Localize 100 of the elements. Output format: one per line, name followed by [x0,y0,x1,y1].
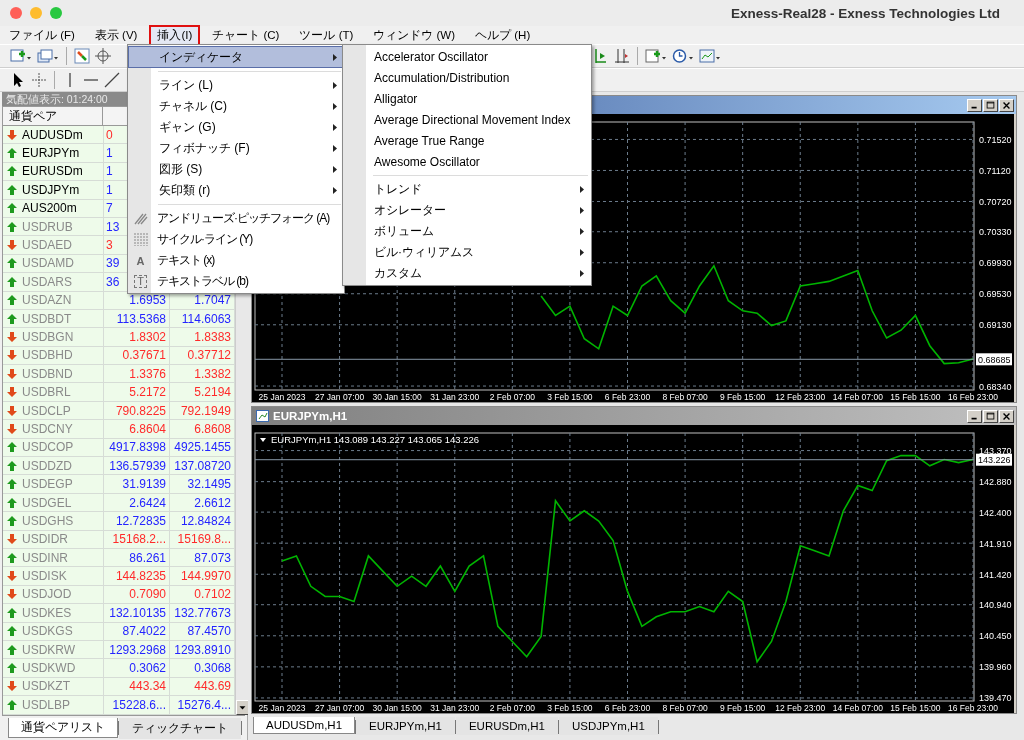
up-arrow-icon [7,699,17,710]
up-arrow-icon [7,166,17,177]
menu-item[interactable]: Accelerator Oscillator [343,46,591,67]
close-icon[interactable] [999,98,1014,112]
menu-item[interactable]: チャート (C) [204,24,288,46]
bid-cell: 0.7090 [104,585,170,604]
parallel-lines-icon [133,212,148,225]
axis-label: 6 Feb 23:00 [604,392,651,402]
menu-item[interactable]: ウィンドウ (W) [365,24,464,46]
down-arrow-icon [7,571,17,582]
menu-item[interactable]: カスタム [343,263,591,284]
dropdown-triangle-icon[interactable] [260,438,266,442]
axis-label: 12 Feb 23:00 [775,392,826,402]
minimize-icon[interactable] [967,409,982,423]
down-arrow-icon [7,368,17,379]
chart-tab[interactable]: USDJPYm,H1 [558,717,658,735]
bid-cell: 0.37671 [104,346,170,365]
menu-item[interactable]: ファイル (F) [1,24,83,46]
tab[interactable]: ティックチャート [119,717,241,739]
crosshair-icon[interactable] [31,72,47,88]
axis-label: 14 Feb 07:00 [832,703,883,713]
bid-cell: 113.5368 [104,309,170,328]
bid-cell: 1.8302 [104,328,170,346]
trendline-icon[interactable] [104,72,120,88]
bid-cell: 1.3376 [104,365,170,383]
minimize-icon[interactable] [967,98,982,112]
axis-label: 0.69930 [979,258,1012,269]
up-arrow-icon [7,626,17,637]
bid-cell: 87.4022 [104,622,170,640]
menu-item[interactable]: ビル·ウィリアムス [343,242,591,263]
grid-icon[interactable] [614,48,630,64]
up-arrow-icon [7,442,17,453]
bid-cell: 31.9139 [104,475,170,493]
chart-tab[interactable]: EURJPYm,H1 [356,717,455,735]
template-icon[interactable] [699,48,723,64]
close-button[interactable] [10,7,22,19]
menu-item[interactable]: ボリューム [343,221,591,242]
symbol-name: AUDUSDm [22,127,83,142]
axis-label: 2 Feb 07:00 [489,392,535,402]
symbol-name: USDIDR [22,532,68,547]
axis-label: 141.910 [979,538,1012,549]
menu-item[interactable]: インディケータ [128,46,344,68]
profiles-icon[interactable] [37,48,59,64]
maximize-icon[interactable] [983,409,998,423]
menu-item[interactable]: ヘルプ (H) [467,24,539,46]
menu-item[interactable]: 表示 (V) [86,24,146,46]
up-arrow-icon [7,479,17,490]
chart-title: EURJPYm,H1 [273,410,348,422]
axis-label: 0.70330 [979,227,1012,238]
up-arrow-icon [7,148,17,159]
axis-label: 142.880 [979,477,1012,488]
add-indicator-icon[interactable] [645,48,667,64]
symbol-name: USDGEL [22,495,72,510]
tab[interactable]: 通貨ペアリスト [8,717,118,738]
axis-label: 0.69130 [979,320,1012,331]
symbol-name: USDCOP [22,440,74,455]
axis-label: 14 Feb 07:00 [832,392,883,402]
axis-label: 31 Jan 23:00 [430,392,480,402]
close-icon[interactable] [999,409,1014,423]
up-arrow-icon [7,460,17,471]
bid-cell: 5.2172 [104,383,170,401]
menu-item[interactable]: Alligator [343,88,591,109]
menu-item[interactable]: Average True Range [343,130,591,151]
symbol-name: USDJOD [22,587,72,602]
up-arrow-icon [7,663,17,673]
down-arrow-icon [7,423,17,434]
down-arrow-icon [7,387,17,398]
menu-item[interactable]: Awesome Oscillator [343,151,591,172]
axis-label: 8 Feb 07:00 [662,392,708,402]
axis-label: 16 Feb 23:00 [947,392,999,402]
crosshair-icon[interactable] [95,48,111,64]
symbol-name: USDAED [22,238,72,253]
up-arrow-icon [7,607,17,618]
axis-label: 0.69530 [979,289,1012,300]
bid-cell: 15228.6... [104,696,170,714]
bid-cell: 12.72835 [104,512,170,530]
menu-item[interactable]: Average Directional Movement Index [343,109,591,130]
maximize-icon[interactable] [983,98,998,112]
up-arrow-icon [7,515,17,526]
period-separator-icon[interactable] [593,48,609,64]
menu-item[interactable]: Accumulation/Distribution [343,67,591,88]
menu-item[interactable]: オシレーター [343,200,591,221]
clock-icon[interactable] [672,48,694,64]
symbol-name: USDCNY [22,421,73,436]
down-arrow-icon [7,129,17,140]
down-arrow-icon [7,332,17,342]
menu-item[interactable]: ツール (T) [291,24,362,46]
menu-item[interactable]: トレンド [343,179,591,200]
axis-label: 25 Jan 2023 [258,703,306,713]
price-tag: 0.68685 [976,353,1012,366]
new-chart-icon[interactable] [10,48,32,64]
symbol-name: USDKWD [22,661,76,675]
chart-info: EURJPYm,H1 143.089 143.227 143.065 143.226 [271,434,480,445]
chart-tab[interactable]: AUDUSDm,H1 [253,717,356,734]
down-arrow-icon [7,681,17,692]
axis-label: 27 Jan 07:00 [315,392,365,402]
symbol-name: AUS200m [22,201,77,216]
symbol-name: USDKZT [22,679,70,694]
chart-tab[interactable]: EURUSDm,H1 [455,717,558,735]
axis-label: 0.71120 [979,165,1011,176]
